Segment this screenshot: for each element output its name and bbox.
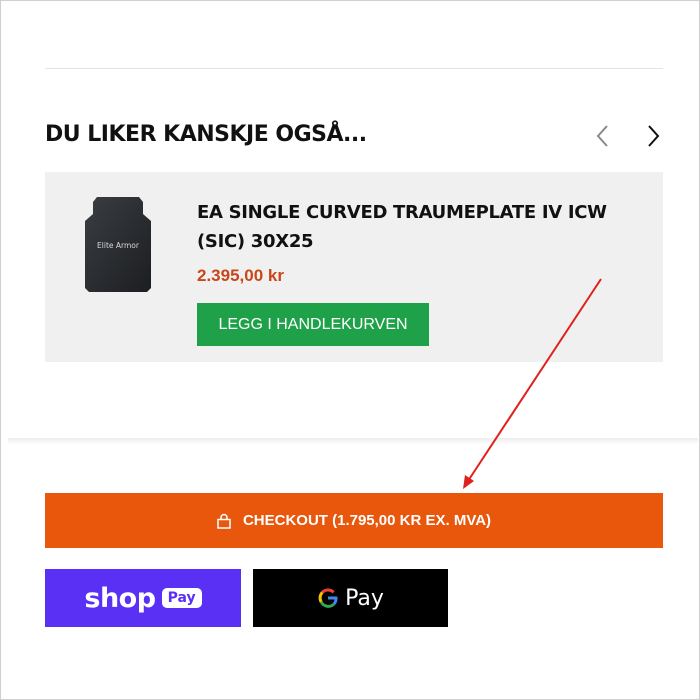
- lock-icon: [217, 513, 231, 529]
- top-divider: [45, 68, 663, 69]
- google-pay-text: Pay: [345, 585, 384, 611]
- google-g-icon: [318, 588, 338, 608]
- section-divider: [8, 438, 698, 444]
- brand-logo-text: Elite Armor: [97, 241, 140, 250]
- section-title: DU LIKER KANSKJE OGSÅ...: [45, 122, 367, 147]
- google-pay-button[interactable]: Pay: [253, 569, 448, 627]
- shop-pay-pill: Pay: [161, 588, 202, 608]
- shop-pay-logo-text: shop: [84, 582, 156, 614]
- shop-pay-button[interactable]: shop Pay: [45, 569, 241, 627]
- chevron-left-icon: [596, 125, 608, 147]
- product-price: 2.395,00 kr: [197, 266, 284, 285]
- chevron-right-icon: [648, 125, 660, 147]
- product-name[interactable]: EA SINGLE CURVED TRAUMEPLATE IV ICW (SIC…: [197, 198, 637, 256]
- carousel-prev-button[interactable]: [588, 120, 616, 152]
- add-to-cart-button[interactable]: LEGG I HANDLEKURVEN: [197, 303, 429, 346]
- product-image[interactable]: Elite Armor: [83, 194, 153, 294]
- checkout-button[interactable]: CHECKOUT (1.795,00 KR EX. MVA): [45, 493, 663, 548]
- product-card: Elite Armor EA SINGLE CURVED TRAUMEPLATE…: [45, 172, 663, 362]
- checkout-label: CHECKOUT (1.795,00 KR EX. MVA): [242, 512, 492, 529]
- carousel-next-button[interactable]: [640, 120, 668, 152]
